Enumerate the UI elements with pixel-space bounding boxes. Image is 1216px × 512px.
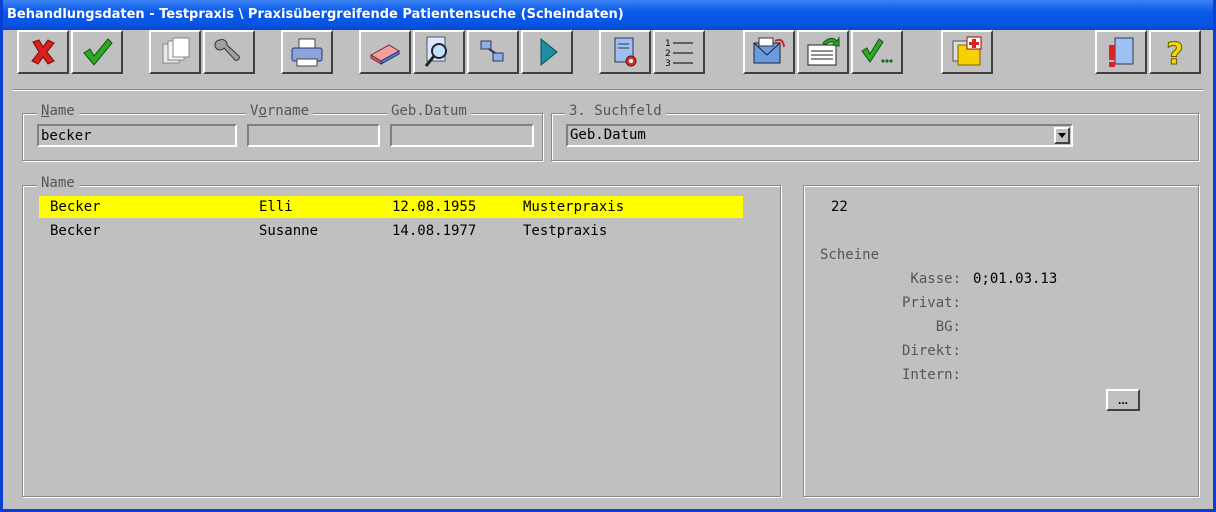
print-button[interactable] — [281, 30, 333, 74]
row-vorname: Susanne — [259, 223, 319, 239]
cancel-button[interactable] — [17, 30, 69, 74]
toolbar-separator — [13, 89, 1203, 91]
details-panel — [803, 185, 1199, 497]
patient-folder-button[interactable] — [941, 30, 993, 74]
bg-label: BG: — [935, 319, 961, 335]
row-geb-datum: 14.08.1977 — [392, 223, 477, 239]
privat-label: Privat: — [901, 295, 961, 311]
export-button[interactable] — [797, 30, 849, 74]
green-check-icon — [83, 38, 113, 66]
suchfeld-label: 3. Suchfeld — [565, 103, 666, 119]
wrench-icon — [214, 39, 240, 61]
list-item[interactable]: Becker Susanne 14.08.1977 Testpraxis — [39, 220, 743, 242]
application-window: Behandlungsdaten - Testpraxis \ Praxisüb… — [0, 0, 1216, 512]
play-button[interactable] — [521, 30, 573, 74]
detail-number: 22 — [831, 199, 848, 215]
eraser-icon — [370, 44, 400, 65]
dropdown-button[interactable] — [1054, 127, 1070, 144]
direkt-label: Direkt: — [901, 343, 961, 359]
document-gear-icon — [614, 37, 637, 67]
title-bar[interactable]: Behandlungsdaten - Testpraxis \ Praxisüb… — [3, 0, 1213, 30]
check-more-icon — [861, 38, 893, 63]
window-title: Behandlungsdaten - Testpraxis \ Praxisüb… — [7, 7, 624, 22]
scheine-label: Scheine — [820, 247, 880, 263]
ok-button[interactable] — [71, 30, 123, 74]
bdt-import-button[interactable] — [743, 30, 795, 74]
results-group-label: Name — [37, 175, 79, 191]
document-settings-button[interactable] — [599, 30, 651, 74]
list-item[interactable]: Becker Elli 12.08.1955 Musterpraxis — [39, 196, 743, 218]
documents-icon — [162, 37, 190, 64]
svg-text:1: 1 — [665, 39, 671, 49]
document-warning-icon — [1109, 37, 1134, 67]
svg-text:?: ? — [1166, 37, 1183, 69]
play-icon — [540, 37, 558, 67]
more-button[interactable]: ... — [1106, 389, 1140, 411]
help-button[interactable]: ? — [1149, 30, 1201, 74]
chevron-down-icon — [1058, 133, 1066, 138]
warning-document-button[interactable] — [1095, 30, 1147, 74]
suchfeld-select[interactable]: Geb.Datum — [566, 124, 1073, 147]
red-x-icon — [31, 39, 55, 65]
erase-button[interactable] — [359, 30, 411, 74]
search-button[interactable] — [413, 30, 465, 74]
row-praxis: Musterpraxis — [523, 199, 625, 215]
row-name: Becker — [50, 199, 101, 215]
geb-datum-input[interactable] — [390, 124, 534, 147]
row-praxis: Testpraxis — [523, 223, 608, 239]
row-geb-datum: 12.08.1955 — [392, 199, 477, 215]
magnifier-document-icon — [424, 36, 447, 67]
question-mark-icon: ? — [1166, 37, 1184, 70]
medical-folder-icon — [952, 36, 982, 66]
printer-icon — [291, 38, 323, 67]
export-document-icon — [807, 36, 840, 66]
intern-label: Intern: — [901, 367, 961, 383]
vorname-label: Vorname — [246, 103, 314, 119]
toolbar: 1 2 3 ? — [13, 30, 1209, 78]
copy-button[interactable] — [149, 30, 201, 74]
name-label: Name — [37, 103, 79, 119]
bdt-envelope-icon — [753, 37, 785, 64]
name-input[interactable]: becker — [37, 124, 237, 147]
numbered-list-button[interactable]: 1 2 3 — [653, 30, 705, 74]
row-vorname: Elli — [259, 199, 293, 215]
suchfeld-value: Geb.Datum — [570, 127, 646, 143]
geb-datum-label: Geb.Datum — [387, 103, 471, 119]
network-button[interactable] — [467, 30, 519, 74]
vorname-input[interactable] — [247, 124, 380, 147]
network-icon — [480, 40, 504, 62]
tools-button[interactable] — [203, 30, 255, 74]
check-more-button[interactable] — [851, 30, 903, 74]
kasse-value: 0;01.03.13 — [973, 271, 1058, 287]
svg-text:3: 3 — [665, 59, 671, 69]
row-name: Becker — [50, 223, 101, 239]
numbered-list-icon: 1 2 3 — [665, 39, 693, 69]
svg-text:2: 2 — [665, 49, 671, 59]
kasse-label: Kasse: — [910, 271, 961, 287]
